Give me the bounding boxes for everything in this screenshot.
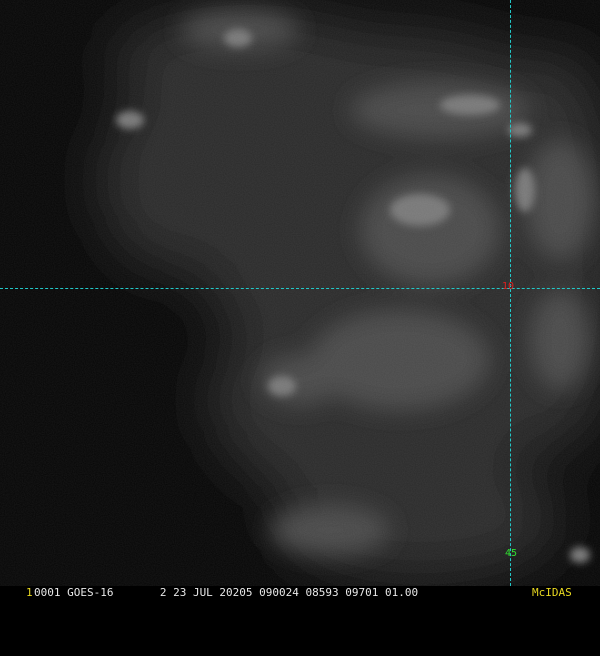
- image-info-text: 0001 GOES-16 2 23 JUL 20205 090024 08593…: [34, 586, 419, 599]
- longitude-gridline: [510, 0, 511, 586]
- latitude-label: 10: [502, 281, 515, 292]
- mcidas-brand-label: McIDAS: [532, 586, 572, 599]
- frame-number: 1: [26, 586, 33, 599]
- image-viewer: 10 45 1 0001 GOES-16 2 23 JUL 20205 0900…: [0, 0, 600, 600]
- longitude-label: 45: [505, 548, 518, 559]
- status-bar: 1 0001 GOES-16 2 23 JUL 20205 090024 085…: [0, 586, 600, 600]
